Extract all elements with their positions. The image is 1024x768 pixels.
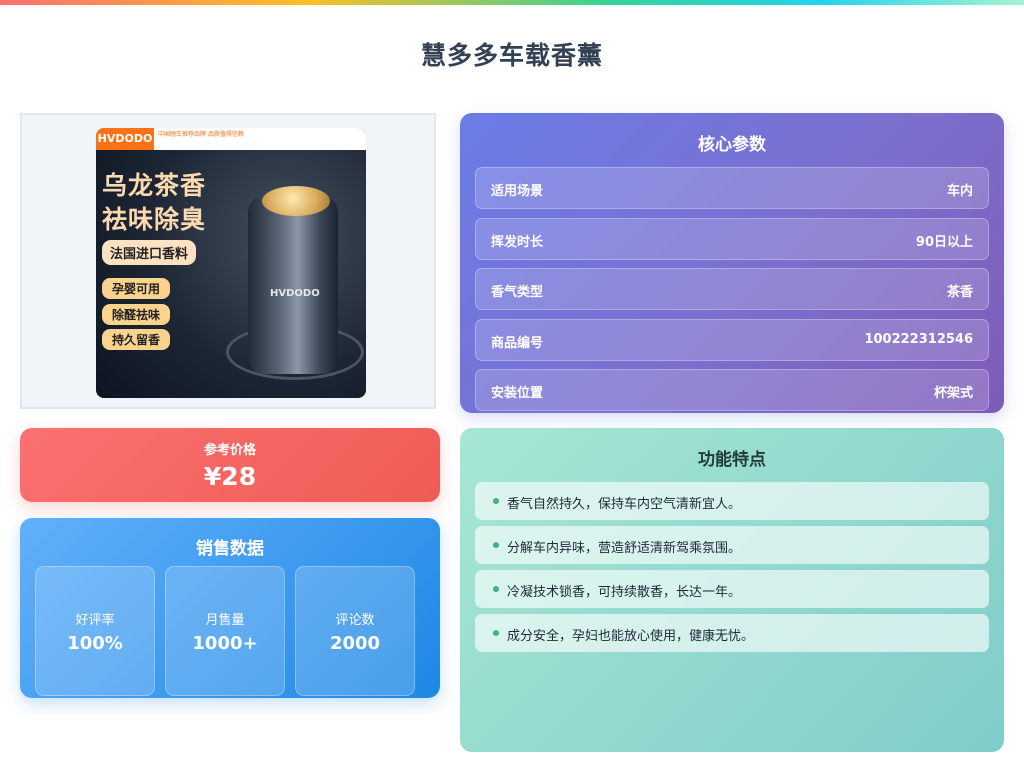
- param-value: 车内: [946, 184, 973, 199]
- price-card: 参考价格 ¥28: [20, 428, 440, 502]
- param-label: 商品编号: [491, 336, 544, 351]
- brand-note: 中国驰车推荐品牌 品质值得信赖: [158, 131, 244, 138]
- stat-review-count: 评论数 2000: [295, 566, 415, 696]
- stat-label: 评论数: [335, 613, 375, 628]
- param-value: 100222312546: [864, 332, 973, 347]
- feature-item: 分解车内异味，营造舒适清新驾乘氛围。: [475, 526, 989, 564]
- core-params-card: 核心参数 适用场景 车内 挥发时长 90日以上 香气类型 茶香 商品编号 100…: [460, 113, 1004, 413]
- param-row: 适用场景 车内: [475, 167, 989, 209]
- features-card: 功能特点 香气自然持久，保持车内空气清新宜人。 分解车内异味，营造舒适清新驾乘氛…: [460, 428, 1004, 752]
- param-label: 香气类型: [491, 285, 544, 300]
- can-brand-text: HVDODO: [270, 288, 320, 299]
- param-value: 茶香: [946, 285, 973, 300]
- product-image-frame: HVDODO 中国驰车推荐品牌 品质值得信赖 乌龙茶香 祛味除臭 法国进口香料 …: [20, 113, 436, 409]
- feature-text: 分解车内异味，营造舒适清新驾乘氛围。: [507, 541, 742, 556]
- feature-item: 成分安全，孕妇也能放心使用，健康无忧。: [475, 614, 989, 652]
- bullet-dot-icon: [493, 586, 499, 592]
- bullet-dot-icon: [493, 630, 499, 636]
- product-image[interactable]: HVDODO 中国驰车推荐品牌 品质值得信赖 乌龙茶香 祛味除臭 法国进口香料 …: [96, 128, 366, 398]
- slogan-line: 祛味除臭: [102, 205, 207, 234]
- stat-value: 2000: [329, 633, 381, 654]
- slogan-line: 乌龙茶香: [102, 171, 207, 200]
- features-title: 功能特点: [698, 450, 766, 470]
- price-label: 参考价格: [203, 443, 256, 458]
- stat-value: 100%: [67, 633, 123, 654]
- param-value: 杯架式: [933, 386, 973, 401]
- param-row: 商品编号 100222312546: [475, 319, 989, 361]
- stat-value: 1000+: [192, 633, 258, 654]
- product-tag: 孕婴可用: [102, 278, 171, 299]
- feature-text: 成分安全，孕妇也能放心使用，健康无忧。: [507, 629, 755, 644]
- param-row: 安装位置 杯架式: [475, 369, 989, 411]
- price-value: ¥28: [203, 462, 257, 491]
- stat-monthly-sales: 月售量 1000+: [165, 566, 285, 696]
- param-row: 香气类型 茶香: [475, 268, 989, 310]
- stat-label: 月售量: [205, 613, 245, 628]
- diffuser-lid-shape: [262, 186, 330, 216]
- top-gradient-bar: [0, 0, 1024, 5]
- bullet-dot-icon: [493, 498, 499, 504]
- param-value: 90日以上: [915, 235, 973, 250]
- param-label: 安装位置: [491, 386, 544, 401]
- sales-title: 销售数据: [196, 539, 264, 559]
- product-tag: 持久留香: [102, 329, 171, 350]
- brand-logo: HVDODO: [96, 128, 154, 150]
- param-label: 挥发时长: [491, 235, 544, 250]
- sales-data-card: 销售数据 好评率 100% 月售量 1000+ 评论数 2000: [20, 518, 440, 698]
- stat-label: 好评率: [75, 613, 115, 628]
- product-tag: 除醛祛味: [102, 304, 171, 325]
- feature-pill: 法国进口香料: [102, 240, 197, 265]
- bullet-dot-icon: [493, 542, 499, 548]
- brand-bar: HVDODO 中国驰车推荐品牌 品质值得信赖: [96, 128, 366, 150]
- feature-text: 冷凝技术锁香，可持续散香，长达一年。: [507, 585, 742, 600]
- param-label: 适用场景: [491, 184, 544, 199]
- params-title: 核心参数: [698, 135, 766, 155]
- feature-item: 冷凝技术锁香，可持续散香，长达一年。: [475, 570, 989, 608]
- feature-item: 香气自然持久，保持车内空气清新宜人。: [475, 482, 989, 520]
- param-row: 挥发时长 90日以上: [475, 218, 989, 260]
- page-title: 慧多多车载香薰: [420, 41, 603, 70]
- diffuser-can-shape: [248, 196, 338, 374]
- feature-text: 香气自然持久，保持车内空气清新宜人。: [507, 497, 742, 512]
- stat-positive-rate: 好评率 100%: [35, 566, 155, 696]
